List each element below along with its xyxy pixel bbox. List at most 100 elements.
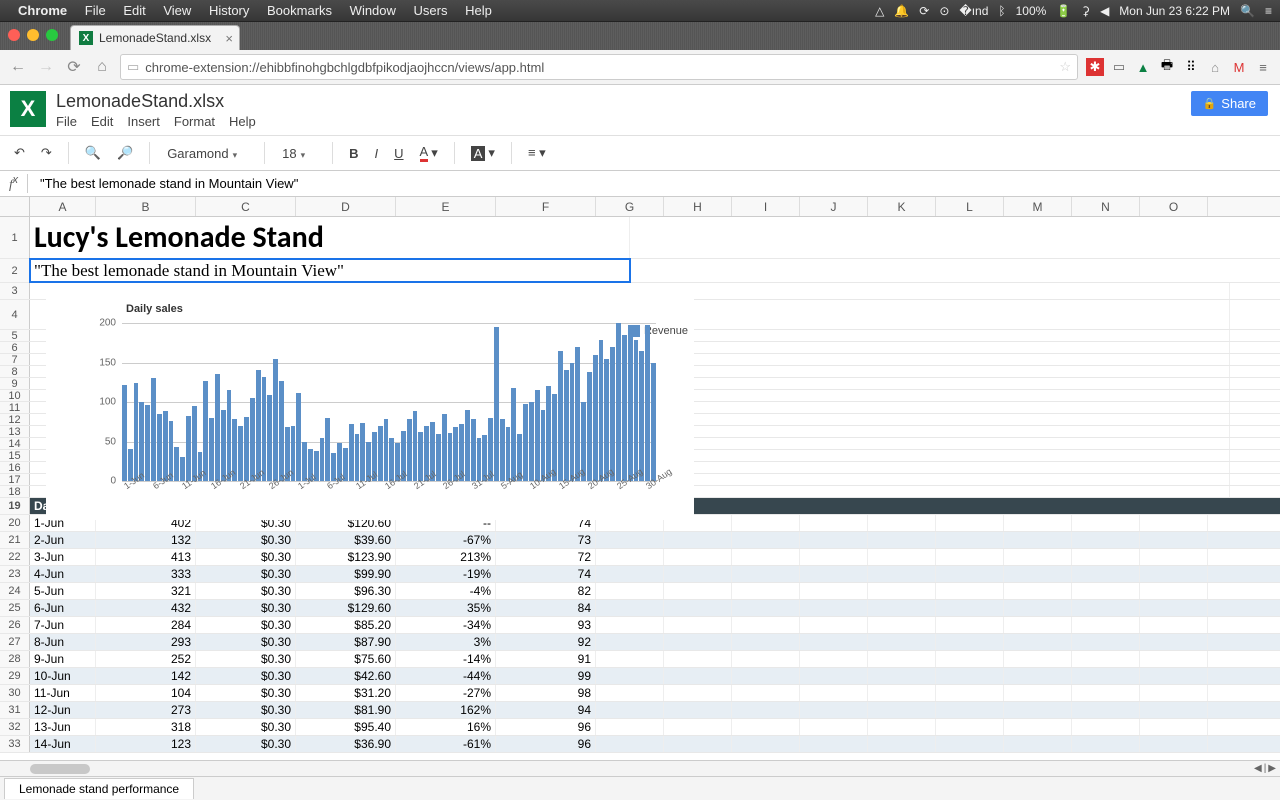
cell[interactable] <box>868 719 936 735</box>
cell[interactable] <box>596 719 664 735</box>
menu-icon[interactable]: ≡ <box>1265 4 1272 18</box>
row-header[interactable]: 28 <box>0 651 30 667</box>
row-header[interactable]: 6 <box>0 342 30 353</box>
cell[interactable] <box>732 600 800 616</box>
cell[interactable] <box>800 736 868 752</box>
cell[interactable] <box>596 566 664 582</box>
close-tab-icon[interactable]: × <box>225 31 233 46</box>
cell[interactable] <box>1072 634 1140 650</box>
cell[interactable] <box>1140 515 1208 531</box>
cell[interactable] <box>596 634 664 650</box>
cell[interactable]: $0.30 <box>196 685 296 701</box>
column-header-E[interactable]: E <box>396 197 496 216</box>
row-header[interactable]: 32 <box>0 719 30 735</box>
menu-file[interactable]: File <box>56 114 77 129</box>
battery-icon[interactable]: 🔋 <box>1056 4 1071 18</box>
cell[interactable]: 333 <box>96 566 196 582</box>
wifi-icon[interactable]: ⚳ <box>1081 4 1090 18</box>
cell[interactable] <box>868 549 936 565</box>
cell[interactable] <box>1072 685 1140 701</box>
cell[interactable] <box>936 651 1004 667</box>
scroll-left-icon[interactable]: ◀ <box>1254 763 1262 774</box>
cell[interactable]: 11-Jun <box>30 685 96 701</box>
cell[interactable]: -27% <box>396 685 496 701</box>
row-header[interactable]: 30 <box>0 685 30 701</box>
document-title[interactable]: LemonadeStand.xlsx <box>56 91 256 112</box>
cell[interactable] <box>1140 532 1208 548</box>
horizontal-scrollbar[interactable]: ◀|▶ <box>0 760 1280 776</box>
column-header-I[interactable]: I <box>732 197 800 216</box>
cell[interactable]: -67% <box>396 532 496 548</box>
row-header[interactable]: 3 <box>0 283 30 299</box>
cell[interactable]: $81.90 <box>296 702 396 718</box>
cell[interactable] <box>664 634 732 650</box>
ext-icon-5[interactable]: ⠿ <box>1182 58 1200 76</box>
cell[interactable] <box>664 532 732 548</box>
column-header-N[interactable]: N <box>1072 197 1140 216</box>
cell[interactable] <box>800 600 868 616</box>
cell[interactable]: $0.30 <box>196 600 296 616</box>
row-header[interactable]: 2 <box>0 259 30 282</box>
row-header[interactable]: 24 <box>0 583 30 599</box>
cell[interactable] <box>1140 719 1208 735</box>
cell[interactable]: 293 <box>96 634 196 650</box>
cell[interactable]: 104 <box>96 685 196 701</box>
row-header[interactable]: 8 <box>0 366 30 377</box>
cell[interactable] <box>1004 600 1072 616</box>
cell[interactable] <box>800 549 868 565</box>
cell[interactable] <box>732 583 800 599</box>
cell[interactable] <box>1140 617 1208 633</box>
cell[interactable]: $0.30 <box>196 736 296 752</box>
cell[interactable] <box>868 736 936 752</box>
cell[interactable] <box>1004 566 1072 582</box>
row-header[interactable]: 25 <box>0 600 30 616</box>
row-header[interactable]: 14 <box>0 438 30 449</box>
forward-button[interactable]: → <box>36 58 56 76</box>
column-header-B[interactable]: B <box>96 197 196 216</box>
cell[interactable] <box>936 719 1004 735</box>
dropbox-icon[interactable]: ⊙ <box>939 4 949 18</box>
scroll-right-icon[interactable]: ▶ <box>1268 763 1276 774</box>
column-header-K[interactable]: K <box>868 197 936 216</box>
cell[interactable] <box>1004 685 1072 701</box>
fill-color-button[interactable]: A ▾ <box>467 143 499 163</box>
cell[interactable]: 3-Jun <box>30 549 96 565</box>
cell[interactable] <box>596 600 664 616</box>
cell[interactable] <box>800 566 868 582</box>
formula-input[interactable] <box>34 174 1274 194</box>
cell[interactable] <box>596 549 664 565</box>
cell[interactable] <box>596 617 664 633</box>
cell[interactable] <box>1140 549 1208 565</box>
cell[interactable]: 321 <box>96 583 196 599</box>
cell[interactable] <box>1072 651 1140 667</box>
zoom-window-button[interactable] <box>46 29 58 41</box>
cell[interactable] <box>936 736 1004 752</box>
close-window-button[interactable] <box>8 29 20 41</box>
cell[interactable]: 72 <box>496 549 596 565</box>
cell[interactable] <box>1072 515 1140 531</box>
cell[interactable]: 252 <box>96 651 196 667</box>
cell[interactable]: 92 <box>496 634 596 650</box>
cell[interactable] <box>1140 566 1208 582</box>
cell[interactable] <box>596 651 664 667</box>
mac-menu-users[interactable]: Users <box>414 3 448 18</box>
cell[interactable]: $0.30 <box>196 719 296 735</box>
cell[interactable] <box>800 668 868 684</box>
cell[interactable] <box>868 685 936 701</box>
cell[interactable]: $0.30 <box>196 532 296 548</box>
italic-button[interactable]: I <box>371 144 383 163</box>
cell[interactable]: 96 <box>496 736 596 752</box>
cell[interactable] <box>936 668 1004 684</box>
cell[interactable]: $0.30 <box>196 549 296 565</box>
cell[interactable]: $85.20 <box>296 617 396 633</box>
menu-format[interactable]: Format <box>174 114 215 129</box>
embedded-chart[interactable]: Daily sales Revenue 050100150200 1-Jun6-… <box>46 299 694 520</box>
cell[interactable] <box>868 600 936 616</box>
cell[interactable] <box>868 702 936 718</box>
cell[interactable] <box>1140 600 1208 616</box>
cell[interactable] <box>1072 736 1140 752</box>
row-header[interactable]: 33 <box>0 736 30 752</box>
cell[interactable]: 35% <box>396 600 496 616</box>
cell[interactable] <box>732 549 800 565</box>
cell[interactable]: $36.90 <box>296 736 396 752</box>
